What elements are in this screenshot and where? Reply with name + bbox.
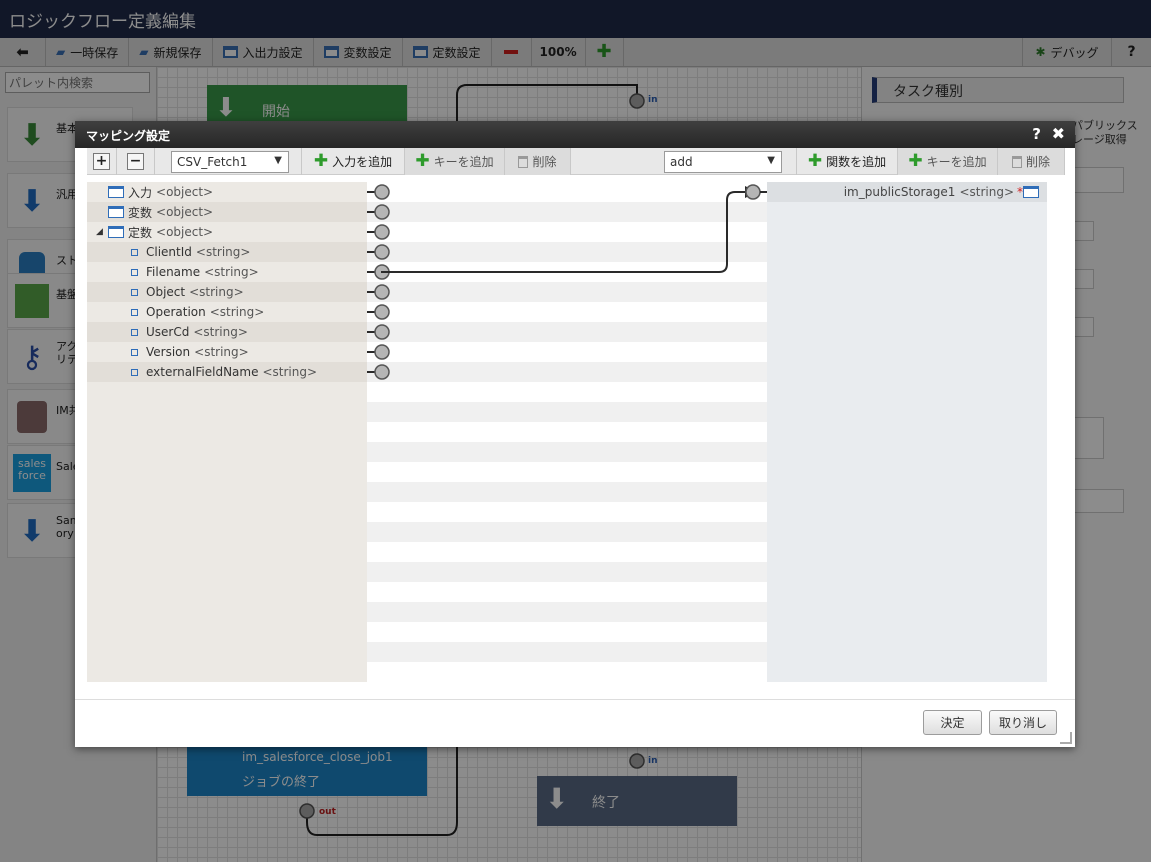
mapping-wire[interactable]: [381, 191, 745, 273]
mapping-wires: [367, 184, 767, 380]
tree-row-name: 定数: [128, 225, 153, 240]
tree-row[interactable]: 入力 <object>: [87, 182, 367, 202]
string-field-icon: [131, 348, 138, 356]
tree-row-name: Operation: [146, 305, 206, 319]
tree-row-type: <string>: [189, 285, 244, 299]
mapping-toolbar: + − CSV_Fetch1 ▼ ✚ 入力を追加 ✚ キーを追加 削除 add …: [87, 148, 1065, 175]
target-tree: im_publicStorage1 <string> *: [767, 182, 1047, 682]
add-input-button[interactable]: ✚ 入力を追加: [301, 148, 405, 175]
plus-icon: ✚: [908, 151, 923, 171]
tree-row-name: UserCd: [146, 325, 190, 339]
trash-icon: [1011, 155, 1022, 168]
delete-right-label: 削除: [1025, 155, 1050, 169]
tree-row-type: <object>: [156, 185, 214, 199]
tree-row[interactable]: ClientId <string>: [87, 242, 367, 262]
tree-row-type: <string>: [194, 345, 249, 359]
resize-grip-icon[interactable]: [1060, 732, 1072, 744]
dialog-help-button[interactable]: ?: [1032, 125, 1041, 143]
object-icon: [108, 226, 124, 238]
plus-icon: ✚: [313, 151, 329, 171]
source-select-value: CSV_Fetch1: [177, 155, 248, 169]
source-port[interactable]: [374, 224, 390, 240]
dialog-title: マッピング設定: [86, 129, 171, 143]
string-field-icon: [131, 248, 138, 256]
source-port[interactable]: [374, 364, 390, 380]
string-field-icon: [131, 288, 138, 296]
add-function-button[interactable]: ✚ 関数を追加: [796, 148, 898, 175]
string-field-icon: [131, 308, 138, 316]
mapping-area[interactable]: [367, 182, 767, 682]
function-select-value: add: [670, 155, 693, 169]
plus-icon: ✚: [415, 151, 430, 171]
tree-row[interactable]: 変数 <object>: [87, 202, 367, 222]
function-select[interactable]: add ▼: [664, 151, 782, 173]
add-key-right-label: キーを追加: [926, 155, 987, 169]
tree-row-type: <object>: [156, 225, 214, 239]
tree-row-type: <string>: [193, 325, 248, 339]
source-port[interactable]: [374, 244, 390, 260]
target-port[interactable]: [745, 184, 761, 200]
dialog-close-button[interactable]: ✖: [1052, 124, 1065, 143]
source-select[interactable]: CSV_Fetch1 ▼: [171, 151, 289, 173]
tree-row[interactable]: Operation <string>: [87, 302, 367, 322]
tree-row[interactable]: Filename <string>: [87, 262, 367, 282]
target-row[interactable]: im_publicStorage1 <string> *: [767, 182, 1047, 202]
source-port[interactable]: [374, 304, 390, 320]
target-row-name: im_publicStorage1: [843, 185, 956, 199]
add-key-left-button[interactable]: ✚ キーを追加: [405, 148, 505, 175]
dialog-header: マッピング設定 ? ✖: [75, 121, 1075, 148]
dropdown-arrow-icon: ▼: [767, 155, 775, 166]
tree-row-name: Version: [146, 345, 191, 359]
tree-row-type: <string>: [209, 305, 265, 319]
source-port[interactable]: [374, 284, 390, 300]
delete-left-button[interactable]: 削除: [505, 148, 571, 175]
ok-button[interactable]: 決定: [923, 710, 982, 735]
delete-left-label: 削除: [532, 155, 557, 169]
dialog-footer: 決定 取り消し: [75, 699, 1075, 747]
expand-toggle-icon[interactable]: ◢: [96, 227, 108, 237]
tree-row-name: Object: [146, 285, 186, 299]
minus-box-icon: −: [127, 153, 144, 170]
tree-row[interactable]: Version <string>: [87, 342, 367, 362]
tree-row[interactable]: externalFieldName <string>: [87, 362, 367, 382]
add-key-right-button[interactable]: ✚ キーを追加: [898, 148, 998, 175]
mapping-dialog: マッピング設定 ? ✖ + − CSV_Fetch1 ▼ ✚ 入力を追加 ✚ キ…: [75, 121, 1075, 747]
target-row-type: <string>: [959, 185, 1014, 199]
collapse-all-button[interactable]: −: [117, 148, 155, 175]
cancel-button[interactable]: 取り消し: [989, 710, 1057, 735]
add-input-label: 入力を追加: [332, 155, 393, 169]
add-key-left-label: キーを追加: [433, 155, 494, 169]
delete-right-button[interactable]: 削除: [998, 148, 1065, 175]
add-function-label: 関数を追加: [826, 155, 887, 169]
tree-row-name: ClientId: [146, 245, 192, 259]
tree-row-type: <string>: [262, 365, 318, 379]
source-tree: 入力 <object> 変数 <object> ◢ 定数 <object> Cl…: [87, 182, 367, 682]
trash-icon: [518, 155, 529, 168]
plus-icon: ✚: [807, 151, 823, 171]
object-icon: [108, 186, 124, 198]
tree-row-type: <object>: [156, 205, 214, 219]
string-field-icon: [131, 368, 138, 376]
tree-row[interactable]: UserCd <string>: [87, 322, 367, 342]
source-port[interactable]: [374, 204, 390, 220]
tree-row-name: 変数: [128, 205, 153, 220]
tree-row-name: 入力: [128, 185, 153, 200]
tree-row-name: Filename: [146, 265, 201, 279]
string-field-icon: [131, 268, 138, 276]
expand-all-button[interactable]: +: [87, 148, 117, 175]
source-port[interactable]: [374, 184, 390, 200]
plus-box-icon: +: [93, 153, 110, 170]
dropdown-arrow-icon: ▼: [274, 155, 282, 166]
tree-row-type: <string>: [195, 245, 251, 259]
tree-row[interactable]: ◢ 定数 <object>: [87, 222, 367, 242]
source-port[interactable]: [374, 324, 390, 340]
tree-row-type: <string>: [204, 265, 259, 279]
tree-row[interactable]: Object <string>: [87, 282, 367, 302]
tree-row-name: externalFieldName: [146, 365, 259, 379]
string-field-icon: [131, 328, 138, 336]
source-port[interactable]: [374, 344, 390, 360]
object-icon: [1023, 186, 1039, 198]
object-icon: [108, 206, 124, 218]
